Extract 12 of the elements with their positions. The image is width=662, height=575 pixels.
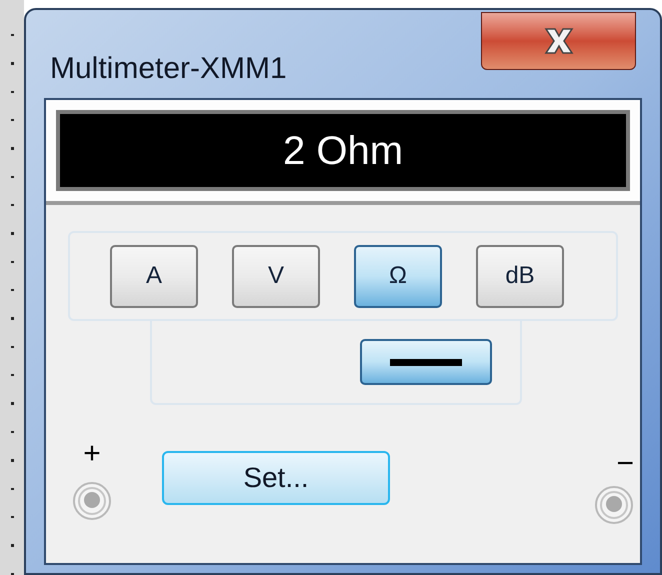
set-button[interactable]: Set... bbox=[162, 451, 390, 505]
display-reading: 2 Ohm bbox=[282, 128, 404, 174]
terminal-label: − bbox=[616, 446, 635, 479]
terminal-label: + bbox=[83, 439, 101, 472]
dc-button[interactable] bbox=[360, 339, 492, 385]
mode-button[interactable]: Ω bbox=[354, 244, 442, 308]
mode-button[interactable]: A bbox=[110, 244, 198, 308]
mode-button[interactable]: V bbox=[232, 244, 320, 308]
window-title: Multimeter-XMM1 bbox=[49, 51, 287, 87]
mode-button[interactable]: dB bbox=[476, 244, 564, 308]
close-icon bbox=[542, 26, 576, 56]
close-button[interactable] bbox=[481, 12, 636, 70]
